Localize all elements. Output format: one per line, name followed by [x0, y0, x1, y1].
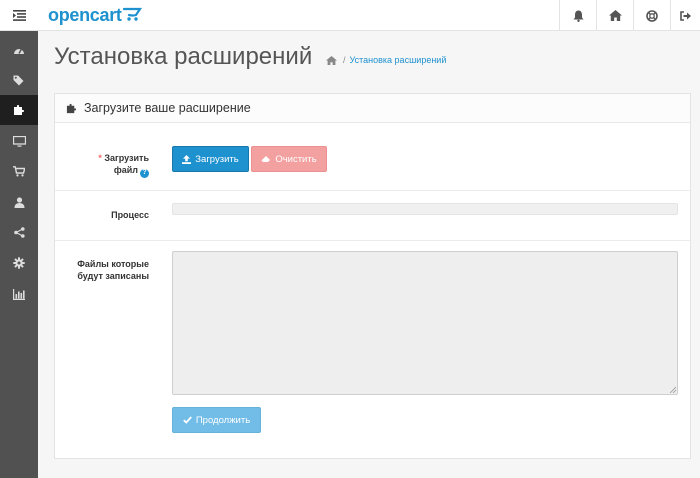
- files-label-line2: будут записаны: [77, 271, 149, 281]
- eraser-icon: [261, 155, 271, 163]
- upload-file-label: * Загрузить файл?: [75, 152, 149, 178]
- puzzle-icon: [14, 105, 24, 115]
- clear-button-label: Очистить: [275, 153, 317, 165]
- indent-icon: [12, 10, 26, 21]
- required-asterisk: *: [98, 153, 102, 163]
- tags-icon: [13, 75, 24, 85]
- panel-title: Загрузите ваше расширение: [84, 101, 251, 115]
- user-icon: [14, 196, 24, 208]
- files-label: Файлы которые будут записаны: [59, 258, 149, 282]
- sidebar-item-dashboard[interactable]: [0, 35, 38, 65]
- upload-button-label: Загрузить: [195, 153, 239, 165]
- desktop-icon: [12, 135, 26, 147]
- check-icon: [183, 416, 192, 424]
- logout-button[interactable]: [670, 0, 700, 31]
- sidebar-item-catalog[interactable]: [0, 65, 38, 95]
- sidebar-item-design[interactable]: [0, 126, 38, 156]
- panel-heading: Загрузите ваше расширение: [55, 94, 690, 123]
- sidebar-item-sales[interactable]: [0, 156, 38, 186]
- cart-icon: [13, 165, 25, 176]
- top-header: opencart: [0, 0, 700, 31]
- home-icon[interactable]: [326, 55, 337, 65]
- progress-bar: [172, 203, 678, 215]
- logout-icon: [680, 10, 691, 21]
- continue-button[interactable]: Продолжить: [172, 407, 261, 433]
- upload-icon: [182, 154, 192, 164]
- sidebar: [0, 31, 38, 478]
- progress-label: Процесс: [111, 210, 149, 220]
- upload-label-line1: Загрузить: [104, 153, 149, 163]
- lifebuoy-icon: [646, 9, 658, 22]
- sidebar-item-system[interactable]: [0, 248, 38, 278]
- files-textarea[interactable]: [172, 251, 678, 395]
- page-title: Установка расширений: [54, 43, 313, 70]
- notifications-button[interactable]: [559, 0, 596, 31]
- breadcrumb-separator: /: [343, 55, 346, 65]
- home-icon: [608, 10, 622, 21]
- row-divider: [55, 240, 690, 241]
- help-question-icon[interactable]: ?: [140, 168, 149, 178]
- breadcrumb: / Установка расширений: [326, 55, 446, 65]
- bar-chart-icon: [13, 288, 25, 300]
- help-button[interactable]: [633, 0, 670, 31]
- upload-label-line2: файл: [113, 165, 138, 175]
- sidebar-item-reports[interactable]: [0, 279, 38, 309]
- main-content: Установка расширений / Установка расшире…: [38, 31, 700, 478]
- upload-panel: Загрузите ваше расширение * Загрузить фа…: [54, 93, 691, 459]
- row-divider: [55, 190, 690, 191]
- opencart-logo[interactable]: opencart: [48, 4, 143, 26]
- puzzle-icon: [66, 103, 77, 113]
- store-home-button[interactable]: [596, 0, 633, 31]
- breadcrumb-link-installer[interactable]: Установка расширений: [350, 55, 447, 65]
- upload-button[interactable]: Загрузить: [172, 146, 249, 172]
- gear-icon: [13, 257, 25, 269]
- sidebar-item-customers[interactable]: [0, 187, 38, 217]
- bell-icon: [573, 10, 583, 22]
- menu-toggle-button[interactable]: [0, 0, 38, 31]
- dashboard-icon: [14, 48, 24, 54]
- continue-button-label: Продолжить: [195, 414, 251, 426]
- resize-handle-icon[interactable]: [669, 386, 676, 393]
- sidebar-item-extensions[interactable]: [0, 95, 38, 125]
- files-label-line1: Файлы которые: [77, 259, 149, 269]
- sidebar-item-marketing[interactable]: [0, 217, 38, 247]
- logo-text: opencart: [48, 4, 122, 25]
- cart-logo-icon: [122, 7, 142, 21]
- share-icon: [13, 226, 25, 238]
- clear-button[interactable]: Очистить: [251, 146, 327, 172]
